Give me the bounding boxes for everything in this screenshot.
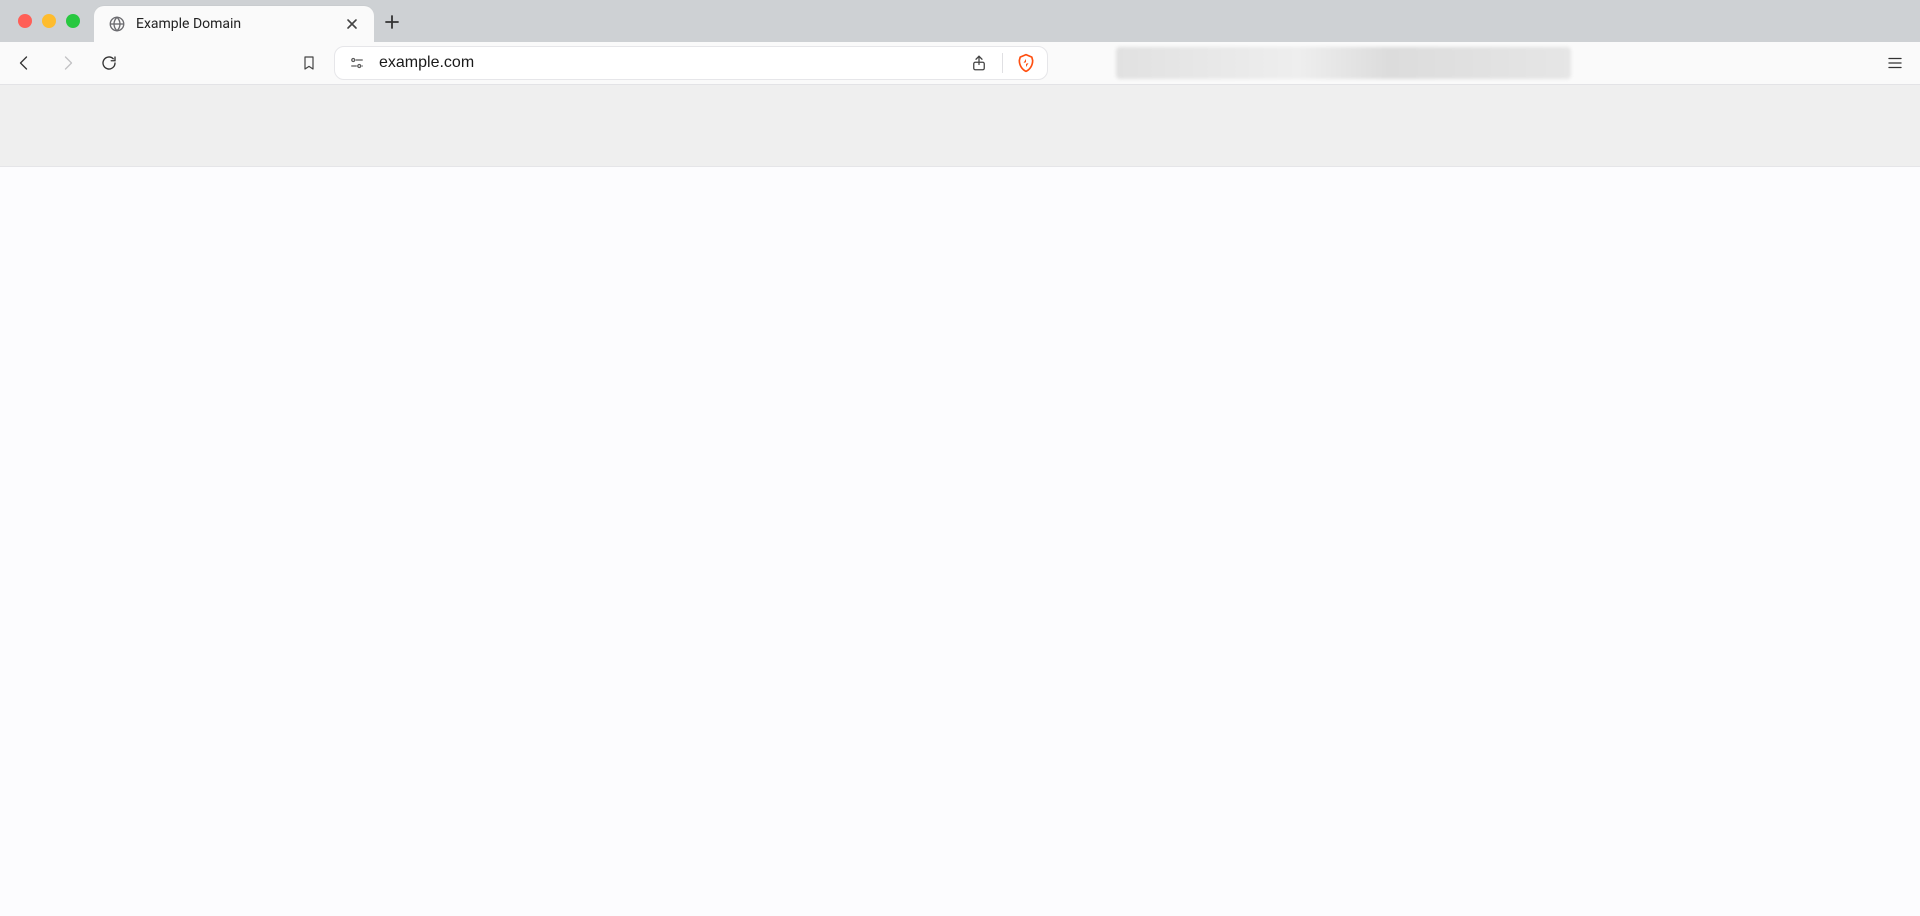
globe-icon <box>108 15 126 33</box>
bookmarks-bar-area <box>0 85 1920 167</box>
tab-close-button[interactable] <box>342 14 362 34</box>
extensions-area <box>1116 47 1571 79</box>
window-maximize-button[interactable] <box>66 14 80 28</box>
separator <box>1002 53 1003 73</box>
tab-active[interactable]: Example Domain <box>94 6 374 42</box>
reload-button[interactable] <box>92 46 126 80</box>
address-bar-actions <box>968 52 1037 74</box>
tab-title: Example Domain <box>136 16 332 32</box>
forward-button[interactable] <box>50 46 84 80</box>
share-icon[interactable] <box>968 52 990 74</box>
address-bar[interactable] <box>334 46 1048 80</box>
toolbar <box>0 42 1920 85</box>
window-controls <box>0 0 94 42</box>
app-menu-button[interactable] <box>1878 46 1912 80</box>
url-input[interactable] <box>379 54 956 72</box>
window-close-button[interactable] <box>18 14 32 28</box>
page-content <box>0 167 1920 916</box>
site-settings-icon[interactable] <box>347 53 367 73</box>
tab-strip: Example Domain <box>0 0 1920 42</box>
window-minimize-button[interactable] <box>42 14 56 28</box>
brave-shields-icon[interactable] <box>1015 52 1037 74</box>
new-tab-button[interactable] <box>374 4 410 40</box>
back-button[interactable] <box>8 46 42 80</box>
bookmark-button[interactable] <box>292 46 326 80</box>
